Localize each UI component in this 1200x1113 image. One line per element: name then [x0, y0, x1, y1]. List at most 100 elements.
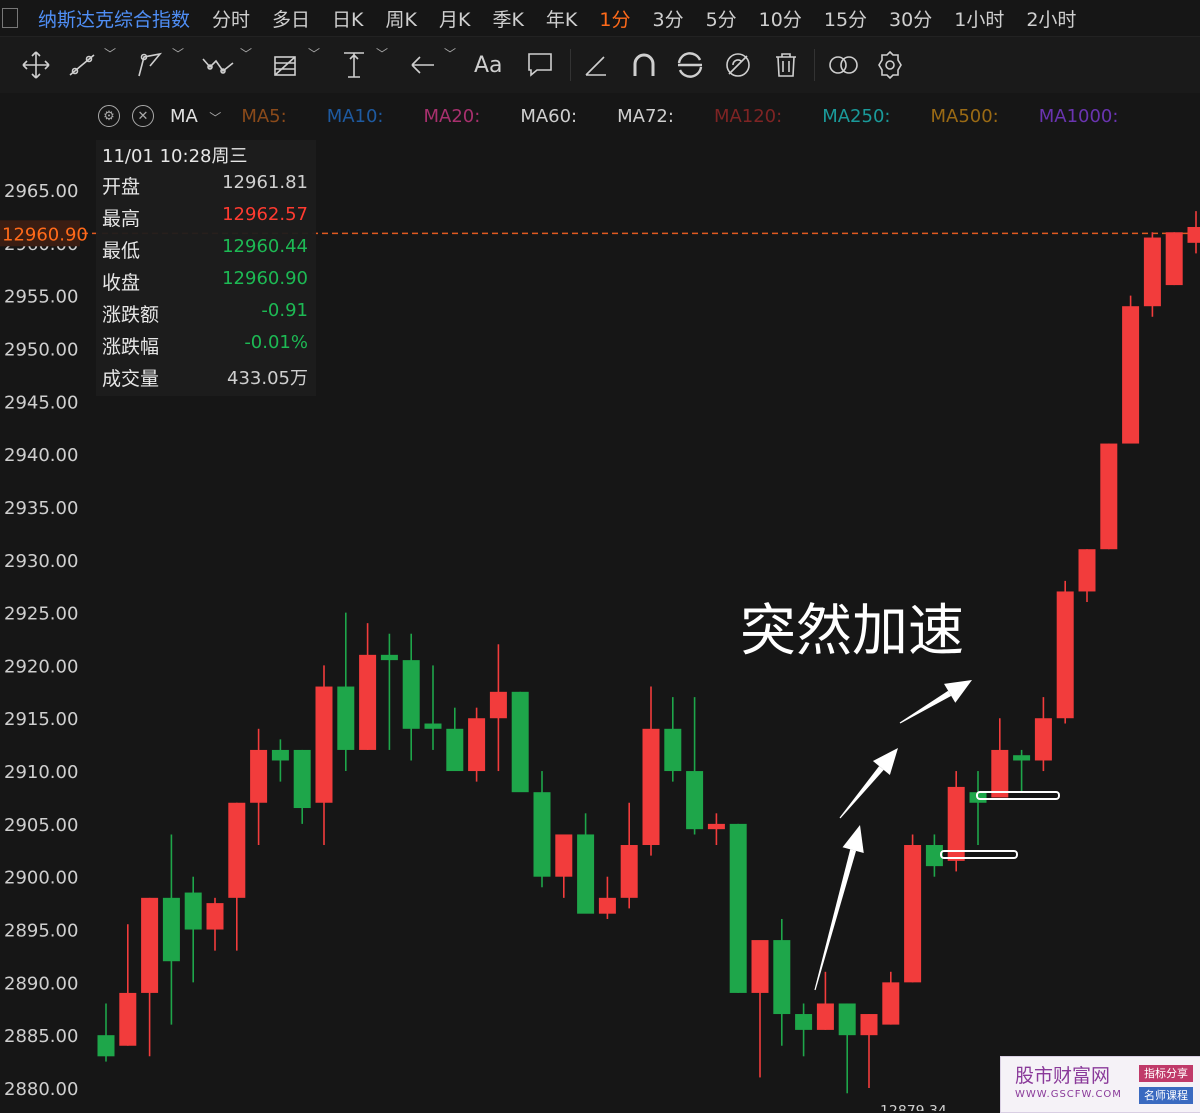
ma-settings-icon[interactable]: ⚙: [98, 105, 120, 127]
candle-body: [861, 1014, 878, 1035]
tab-period-4[interactable]: 月K: [439, 9, 470, 31]
candle-body: [403, 660, 420, 729]
ma-item-6[interactable]: MA250:: [822, 106, 890, 127]
tab-period-7[interactable]: 1分: [599, 9, 630, 31]
candle-body: [316, 687, 333, 803]
toolbar-divider: [570, 49, 571, 81]
candle-body: [98, 1035, 115, 1056]
y-tick-label: 2895.00: [4, 921, 78, 942]
info-row-label: 收盘: [102, 268, 140, 295]
current-price-label: 12960.90: [2, 224, 88, 245]
ma-items: MA5: MA10: MA20: MA60: MA72: MA120: MA250: MA50…: [241, 106, 1158, 127]
text-tool-icon[interactable]: Aa: [474, 53, 503, 85]
select-checkbox[interactable]: [2, 8, 18, 28]
tab-period-12[interactable]: 30分: [889, 9, 932, 31]
ma-item-4[interactable]: MA72:: [617, 106, 674, 127]
tab-period-9[interactable]: 5分: [706, 9, 737, 31]
ma-item-2[interactable]: MA20:: [424, 106, 481, 127]
ma-item-1[interactable]: MA10:: [327, 106, 384, 127]
candle-body: [708, 824, 725, 829]
info-row-label: 成交量: [102, 364, 159, 391]
candle-body: [555, 834, 572, 876]
info-row: 最高12962.57: [102, 204, 308, 236]
tab-period-8[interactable]: 3分: [652, 9, 683, 31]
tab-period-14[interactable]: 2小时: [1026, 9, 1076, 31]
ma-item-8[interactable]: MA1000:: [1039, 106, 1119, 127]
candle-body: [664, 729, 681, 771]
ma-item-0[interactable]: MA5:: [241, 106, 286, 127]
tab-period-5[interactable]: 季K: [492, 9, 523, 31]
info-row: 涨跌额-0.91: [102, 300, 308, 332]
vertical-line-tool-icon[interactable]: [338, 49, 370, 81]
ruler-icon[interactable]: [580, 49, 612, 81]
chevron-down-icon[interactable]: ﹀: [376, 45, 388, 62]
info-row-value: -0.91: [261, 300, 308, 321]
tab-period-0[interactable]: 分时: [212, 9, 250, 31]
candle-body: [1013, 755, 1030, 760]
chevron-down-icon[interactable]: ﹀: [172, 45, 184, 62]
candle-body: [577, 834, 594, 913]
info-row-value: 433.05万: [227, 364, 308, 390]
ma-item-3[interactable]: MA60:: [520, 106, 577, 127]
chevron-down-icon[interactable]: ﹀: [444, 45, 456, 62]
info-row: 成交量 433.05万: [102, 364, 308, 396]
top-period-bar: 纳斯达克综合指数 分时多日日K 周K 月K 季K 年K 1分 3分 5分 10分 15分 30分 1小…: [0, 0, 1200, 37]
comment-tool-icon[interactable]: [524, 49, 556, 81]
delete-icon[interactable]: [770, 49, 802, 81]
line-tool-icon[interactable]: [66, 49, 98, 81]
candle-body: [752, 940, 769, 993]
tab-period-6[interactable]: 年K: [546, 9, 577, 31]
arrow-tool-icon[interactable]: [406, 49, 438, 81]
fib-tool-icon[interactable]: [270, 49, 302, 81]
move-icon[interactable]: [20, 49, 52, 81]
hide-icon[interactable]: [722, 49, 754, 81]
wave-tool-icon[interactable]: [200, 49, 236, 81]
chevron-down-icon[interactable]: ﹀: [240, 45, 252, 62]
tab-period-1[interactable]: 多日: [272, 9, 310, 31]
annotation-arrow: [814, 825, 863, 990]
info-row-value: 12960.90: [222, 268, 308, 289]
y-tick-label: 2965.00: [4, 181, 78, 202]
ma-item-5[interactable]: MA120:: [714, 106, 782, 127]
watermark-tag-courses: 名师课程: [1139, 1087, 1193, 1104]
ma-indicator-select[interactable]: MA ﹀: [170, 106, 221, 127]
candle-body: [948, 787, 965, 861]
sync-icon[interactable]: [674, 49, 706, 81]
period-tabs: 分时多日日K 周K 月K 季K 年K 1分 3分 5分 10分 15分 30分 1小时 2小时: [212, 5, 1098, 32]
candle-body: [185, 893, 202, 930]
candle-body: [1144, 238, 1161, 307]
candle-body: [425, 724, 442, 729]
candle-body: [686, 771, 703, 829]
polyline-tool-icon[interactable]: [134, 49, 166, 81]
candle-body: [904, 845, 921, 982]
y-tick-label: 2880.00: [4, 1079, 78, 1100]
ma-item-7[interactable]: MA500:: [930, 106, 998, 127]
ma-close-icon[interactable]: ✕: [132, 105, 154, 127]
index-title[interactable]: 纳斯达克综合指数: [38, 5, 190, 32]
candle-body: [294, 750, 311, 808]
tab-period-10[interactable]: 10分: [759, 9, 802, 31]
chevron-down-icon[interactable]: ﹀: [308, 45, 320, 62]
annotation-arrow: [840, 748, 898, 818]
magnet-icon[interactable]: [628, 49, 660, 81]
y-tick-label: 2930.00: [4, 551, 78, 572]
ohlc-info-panel: 11/01 10:28周三 开盘12961.81最高12962.57最低1296…: [96, 140, 316, 396]
candle-body: [141, 898, 158, 993]
tab-period-11[interactable]: 15分: [824, 9, 867, 31]
tab-period-2[interactable]: 日K: [332, 9, 363, 31]
info-row-value: 12960.44: [222, 236, 308, 257]
candle-body: [468, 718, 485, 771]
chevron-down-icon[interactable]: ﹀: [104, 45, 116, 62]
candle-body: [991, 750, 1008, 798]
info-row: 收盘 12960.90: [102, 268, 308, 300]
tab-period-3[interactable]: 周K: [386, 9, 417, 31]
tab-period-13[interactable]: 1小时: [954, 9, 1004, 31]
candle-body: [534, 792, 551, 877]
settings-icon[interactable]: [874, 49, 906, 81]
visibility-icon[interactable]: [826, 49, 862, 81]
candle-body: [1188, 227, 1200, 243]
candle-body: [359, 655, 376, 750]
y-tick-label: 2900.00: [4, 868, 78, 889]
candle-body: [817, 1003, 834, 1029]
candle-body: [446, 729, 463, 771]
